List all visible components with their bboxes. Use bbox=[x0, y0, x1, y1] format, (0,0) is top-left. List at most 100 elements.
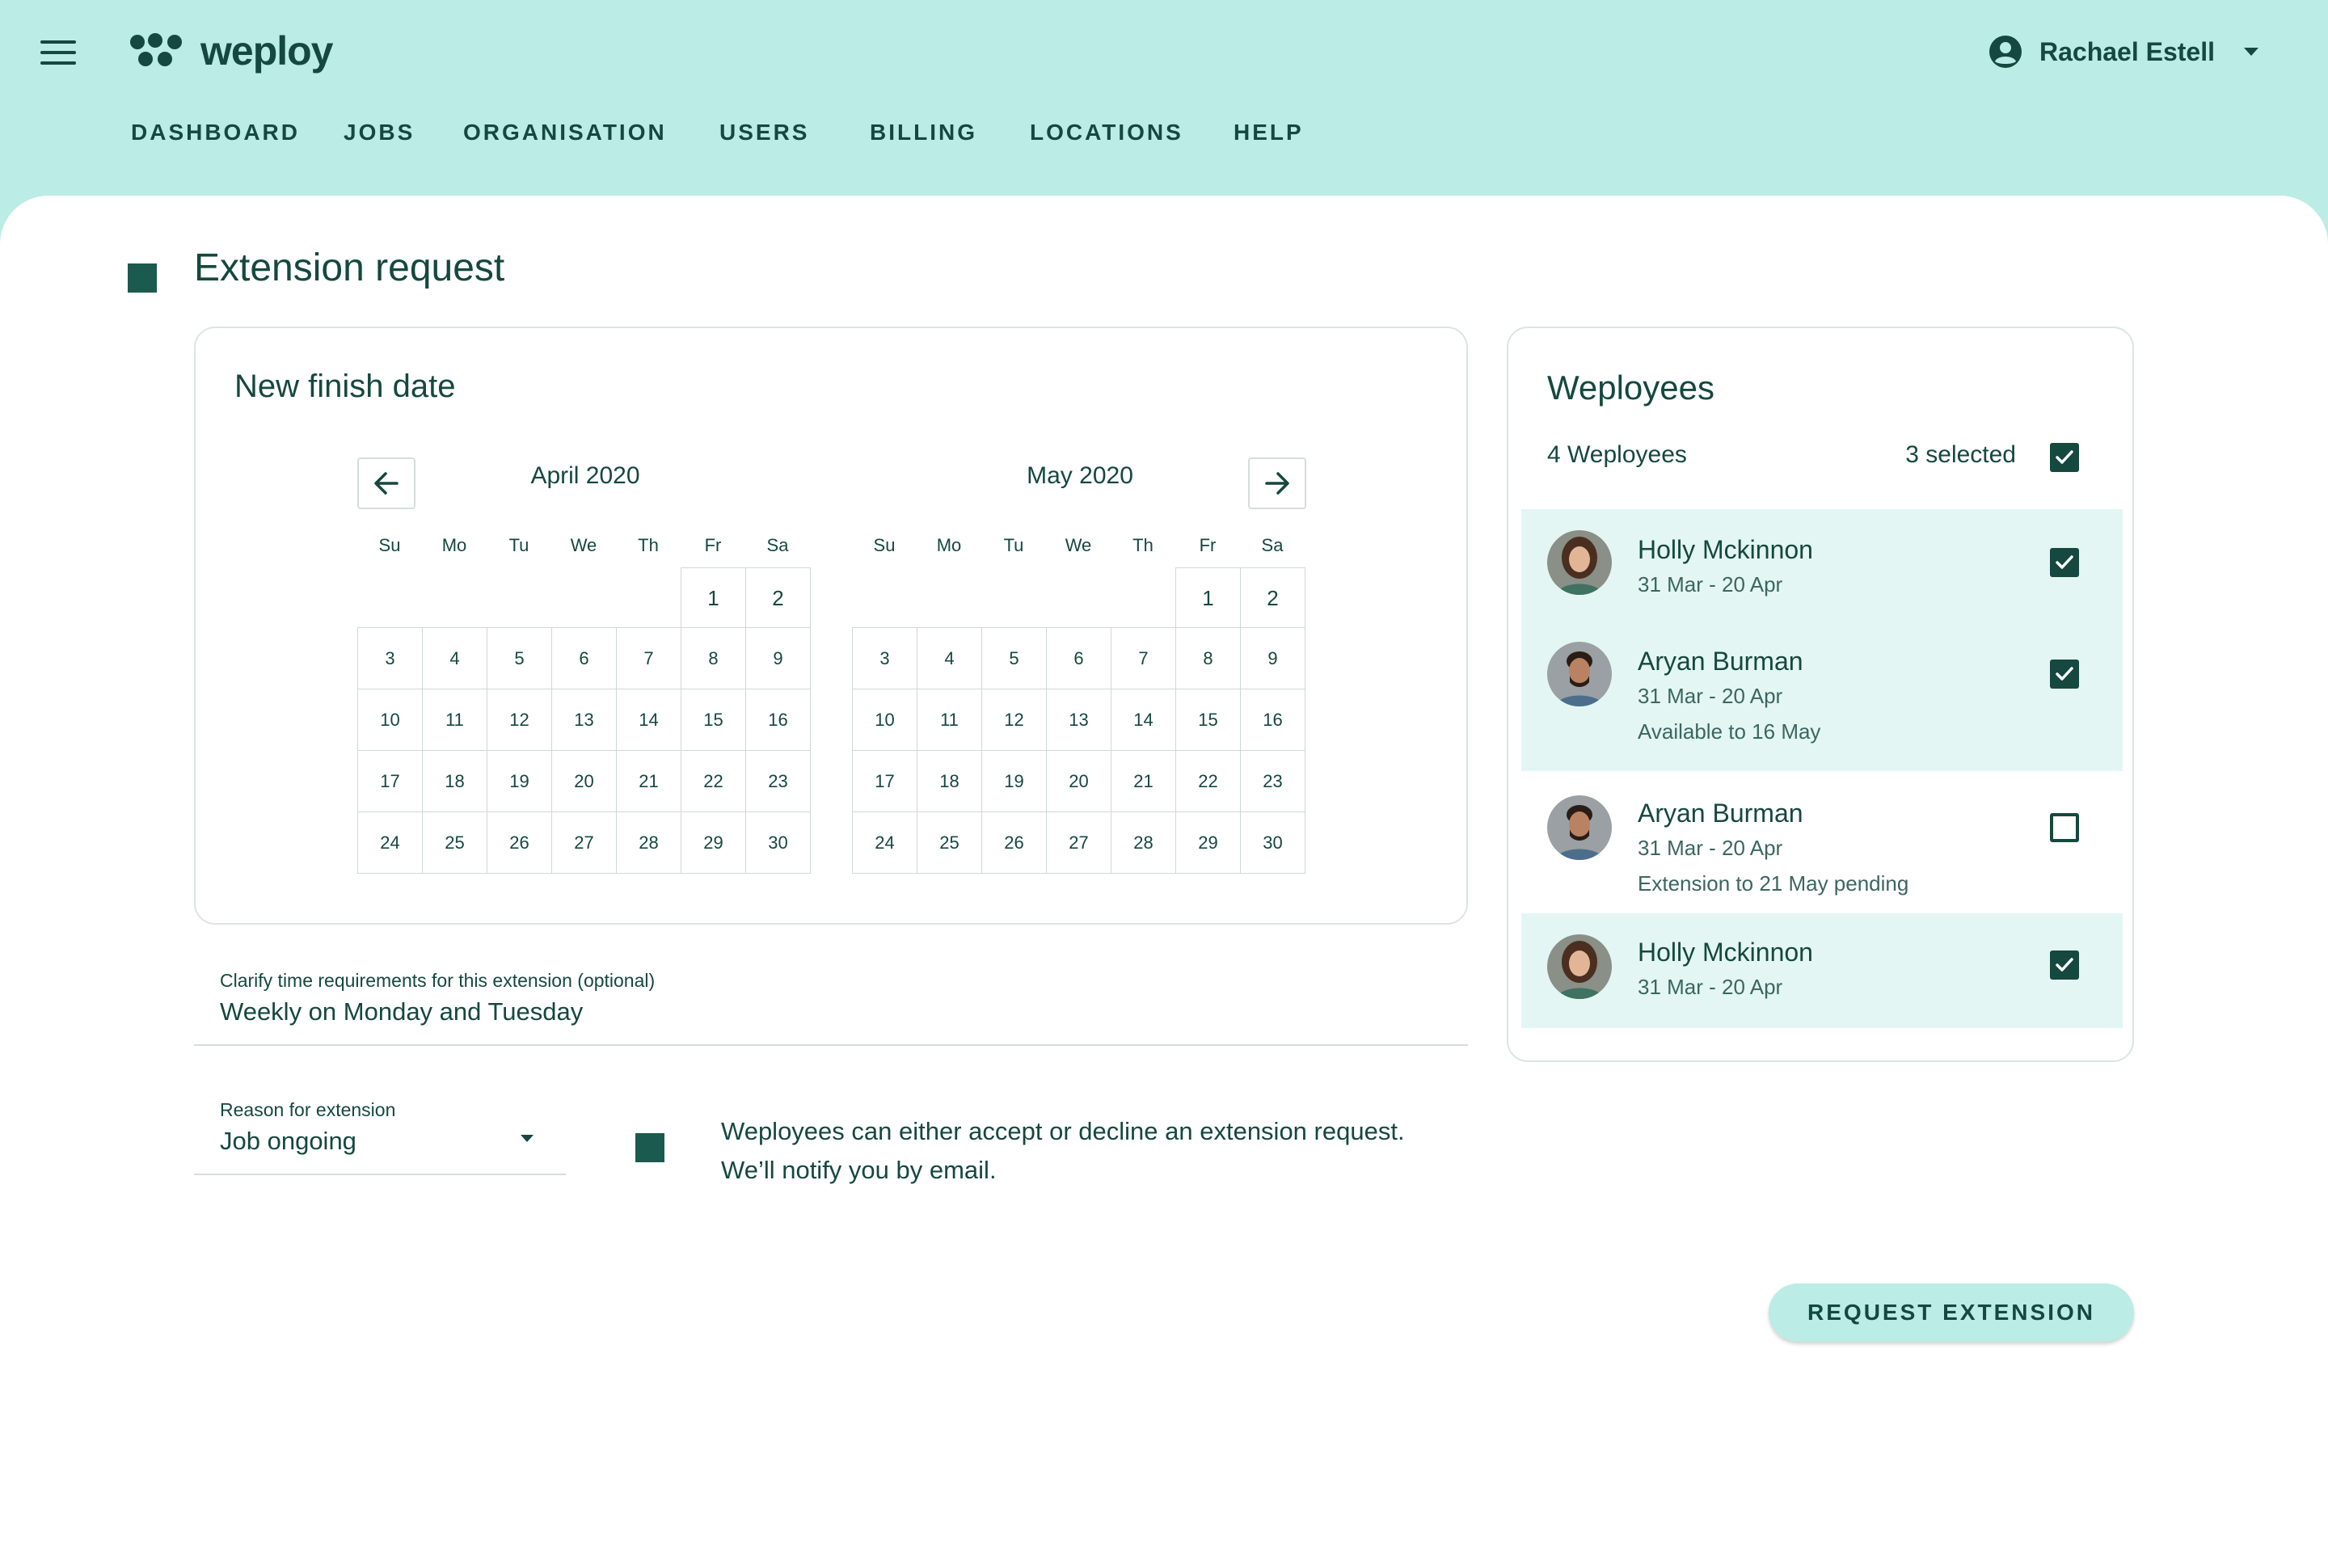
title-marker bbox=[128, 263, 157, 293]
calendar-day-may[interactable]: 13 bbox=[1046, 689, 1111, 751]
calendar-day-april[interactable]: 24 bbox=[357, 811, 423, 874]
calendar-day-april[interactable]: 27 bbox=[551, 811, 617, 874]
weekday-label-may: Tu bbox=[1003, 535, 1024, 555]
calendar-day-may[interactable]: 7 bbox=[1111, 627, 1176, 689]
time-requirements-input[interactable]: Weekly on Monday and Tuesday bbox=[220, 997, 583, 1026]
weployee-checkbox[interactable] bbox=[2050, 813, 2079, 842]
weekday-label-may: Su bbox=[873, 535, 896, 555]
calendar-day-may[interactable]: 6 bbox=[1046, 627, 1111, 689]
calendar-day-may[interactable]: 19 bbox=[981, 750, 1047, 812]
calendar-day-may[interactable]: 29 bbox=[1175, 811, 1241, 874]
nav-organisation[interactable]: ORGANISATION bbox=[463, 120, 667, 145]
nav-users[interactable]: USERS bbox=[719, 120, 809, 145]
dropdown-caret-icon[interactable] bbox=[521, 1135, 534, 1142]
calendar-day-may[interactable]: 3 bbox=[852, 627, 917, 689]
calendar-day-may[interactable]: 15 bbox=[1175, 689, 1241, 751]
calendar-day-april[interactable]: 2 bbox=[745, 567, 811, 630]
weekday-label-may: Sa bbox=[1261, 535, 1284, 555]
calendar-day-april[interactable]: 17 bbox=[357, 750, 423, 812]
calendar-day-april[interactable]: 11 bbox=[422, 689, 487, 751]
weployee-row[interactable]: Aryan Burman 31 Mar - 20 Apr Available t… bbox=[1521, 622, 2123, 771]
calendar-day-may[interactable]: 25 bbox=[917, 811, 982, 874]
calendar-day-may[interactable]: 26 bbox=[981, 811, 1047, 874]
nav-jobs[interactable]: JOBS bbox=[344, 120, 415, 145]
person-photo-icon bbox=[1547, 934, 1612, 999]
weployee-checkbox[interactable] bbox=[2050, 660, 2079, 689]
calendar-day-april[interactable]: 4 bbox=[422, 627, 487, 689]
nav-dashboard[interactable]: DASHBOARD bbox=[131, 120, 300, 145]
nav-locations[interactable]: LOCATIONS bbox=[1030, 120, 1183, 145]
calendar-day-april[interactable]: 9 bbox=[745, 627, 811, 689]
calendar-day-april[interactable]: 28 bbox=[616, 811, 681, 874]
calendar-day-april[interactable]: 22 bbox=[681, 750, 746, 812]
calendar-day-april[interactable]: 14 bbox=[616, 689, 681, 751]
calendar-day-may[interactable]: 8 bbox=[1175, 627, 1241, 689]
brand-logo[interactable]: weploy bbox=[128, 27, 333, 74]
weployee-name: Holly Mckinnon bbox=[1638, 535, 1813, 564]
calendar-day-april[interactable]: 5 bbox=[487, 627, 552, 689]
calendar-day-may[interactable]: 22 bbox=[1175, 750, 1241, 812]
calendar-day-may[interactable]: 17 bbox=[852, 750, 917, 812]
avatar bbox=[1547, 530, 1612, 595]
calendar-day-april[interactable]: 29 bbox=[681, 811, 746, 874]
user-menu[interactable]: Rachael Estell bbox=[1988, 34, 2258, 70]
previous-month-button[interactable] bbox=[357, 457, 415, 509]
calendar-day-april[interactable]: 6 bbox=[551, 627, 617, 689]
calendar-day-may[interactable]: 12 bbox=[981, 689, 1047, 751]
page-title: Extension request bbox=[194, 247, 505, 289]
calendar-day-may[interactable]: 20 bbox=[1046, 750, 1111, 812]
calendar-day-april[interactable]: 18 bbox=[422, 750, 487, 812]
calendar-day-may[interactable]: 2 bbox=[1240, 567, 1305, 630]
calendar-day-april[interactable]: 1 bbox=[681, 567, 746, 630]
calendar-day-may[interactable]: 28 bbox=[1111, 811, 1176, 874]
calendar-day-april[interactable]: 8 bbox=[681, 627, 746, 689]
calendar-day-may[interactable]: 27 bbox=[1046, 811, 1111, 874]
hamburger-menu-icon[interactable] bbox=[40, 40, 76, 65]
calendar-day-may[interactable]: 30 bbox=[1240, 811, 1305, 874]
nav-billing[interactable]: BILLING bbox=[870, 120, 977, 145]
calendar-day-april[interactable]: 13 bbox=[551, 689, 617, 751]
calendar-day-april[interactable]: 3 bbox=[357, 627, 423, 689]
nav-help[interactable]: HELP bbox=[1234, 120, 1304, 145]
weployee-checkbox[interactable] bbox=[2050, 950, 2079, 980]
weployee-row[interactable]: Holly Mckinnon 31 Mar - 20 Apr bbox=[1521, 509, 2123, 622]
calendar-day-may[interactable]: 4 bbox=[917, 627, 982, 689]
calendar-day-april[interactable]: 10 bbox=[357, 689, 423, 751]
calendar-day-may[interactable]: 1 bbox=[1175, 567, 1241, 630]
weployee-checkbox[interactable] bbox=[2050, 548, 2079, 577]
weployee-pending-note: Extension to 21 May pending bbox=[1638, 871, 1909, 896]
calendar-day-april[interactable]: 30 bbox=[745, 811, 811, 874]
calendar-day-april[interactable]: 12 bbox=[487, 689, 552, 751]
calendar-day-may[interactable]: 9 bbox=[1240, 627, 1305, 689]
reason-select[interactable]: Job ongoing bbox=[220, 1127, 356, 1156]
next-month-button[interactable] bbox=[1248, 457, 1306, 509]
calendar-day-may[interactable]: 23 bbox=[1240, 750, 1305, 812]
calendar-day-may[interactable]: 18 bbox=[917, 750, 982, 812]
weploy-logo-icon bbox=[130, 33, 182, 66]
weployee-name: Aryan Burman bbox=[1638, 647, 1803, 676]
calendar-day-april[interactable]: 16 bbox=[745, 689, 811, 751]
calendar-day-april[interactable]: 25 bbox=[422, 811, 487, 874]
weployee-dates: 31 Mar - 20 Apr bbox=[1638, 836, 1783, 860]
calendar-day-april[interactable]: 21 bbox=[616, 750, 681, 812]
calendar-day-may[interactable]: 11 bbox=[917, 689, 982, 751]
calendar-day-may[interactable]: 14 bbox=[1111, 689, 1176, 751]
select-all-checkbox[interactable] bbox=[2050, 443, 2079, 472]
content-sheet: Extension request New finish date April … bbox=[0, 196, 2328, 1568]
calendar-day-may[interactable]: 16 bbox=[1240, 689, 1305, 751]
check-icon bbox=[2056, 555, 2073, 569]
calendar-day-april[interactable]: 20 bbox=[551, 750, 617, 812]
selected-count: 3 selected bbox=[1905, 441, 2016, 468]
calendar-day-may[interactable]: 24 bbox=[852, 811, 917, 874]
calendar-day-may[interactable]: 5 bbox=[981, 627, 1047, 689]
calendar-day-april[interactable]: 7 bbox=[616, 627, 681, 689]
calendar-day-april[interactable]: 15 bbox=[681, 689, 746, 751]
calendar-day-may[interactable]: 21 bbox=[1111, 750, 1176, 812]
calendar-day-april[interactable]: 19 bbox=[487, 750, 552, 812]
weployee-row[interactable]: Holly Mckinnon 31 Mar - 20 Apr bbox=[1521, 913, 2123, 1028]
calendar-day-april[interactable]: 26 bbox=[487, 811, 552, 874]
calendar-day-april[interactable]: 23 bbox=[745, 750, 811, 812]
weployee-row[interactable]: Aryan Burman 31 Mar - 20 Apr Extension t… bbox=[1521, 771, 2123, 913]
calendar-day-may[interactable]: 10 bbox=[852, 689, 917, 751]
request-extension-button[interactable]: REQUEST EXTENSION bbox=[1769, 1283, 2134, 1342]
